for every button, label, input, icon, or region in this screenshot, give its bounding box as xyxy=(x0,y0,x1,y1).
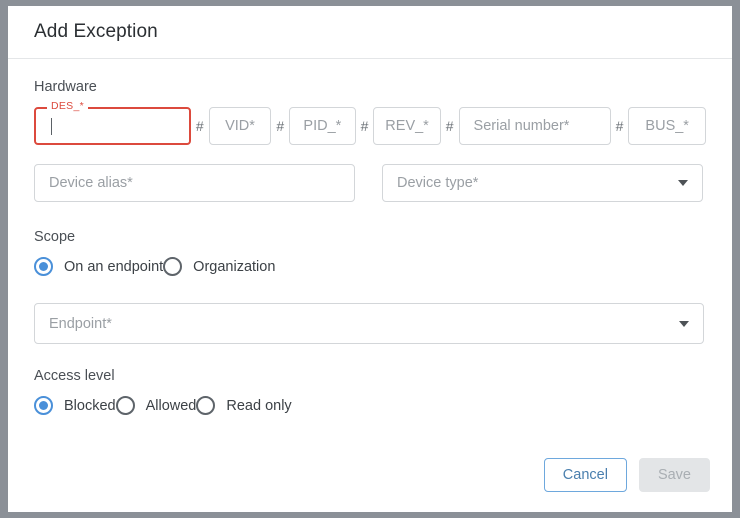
device-type-select[interactable]: Device type* xyxy=(382,164,703,202)
device-alias-placeholder: Device alias* xyxy=(49,175,133,191)
des-input-label: DES_* xyxy=(47,101,89,112)
access-level-option-label: Read only xyxy=(226,397,292,414)
scope-section: Scope On an endpoint Organization xyxy=(34,229,706,276)
endpoint-select[interactable]: Endpoint* xyxy=(34,303,704,344)
endpoint-section: Endpoint* xyxy=(34,303,706,344)
scope-section-label: Scope xyxy=(34,229,76,245)
access-level-option-read-only[interactable]: Read only xyxy=(196,396,292,415)
device-fields-row: Device alias* Device type* xyxy=(34,164,706,202)
add-exception-dialog: Add Exception Hardware DES_* # VID* # PI… xyxy=(8,6,732,512)
device-type-placeholder: Device type* xyxy=(397,175,479,191)
access-level-radio-group: Blocked Allowed Read only xyxy=(34,396,706,415)
access-level-option-label: Allowed xyxy=(145,397,197,414)
scope-option-on-an-endpoint[interactable]: On an endpoint xyxy=(34,257,163,276)
endpoint-placeholder: Endpoint* xyxy=(49,315,112,332)
scope-option-organization[interactable]: Organization xyxy=(163,257,275,276)
scope-option-label: On an endpoint xyxy=(64,258,164,275)
hash-separator-icon: # xyxy=(445,118,454,134)
des-input[interactable]: DES_* xyxy=(34,101,191,145)
dialog-body: Hardware DES_* # VID* # PID_* # REV_* # … xyxy=(8,59,732,415)
radio-icon-selected[interactable] xyxy=(34,396,53,415)
device-alias-input[interactable]: Device alias* xyxy=(34,164,355,202)
radio-icon-selected[interactable] xyxy=(34,257,53,276)
scope-option-label: Organization xyxy=(193,258,276,275)
hash-separator-icon: # xyxy=(360,118,369,134)
access-level-option-allowed[interactable]: Allowed xyxy=(115,396,197,415)
bus-input[interactable]: BUS_* xyxy=(628,107,706,145)
serial-number-input[interactable]: Serial number* xyxy=(458,107,611,145)
dialog-footer: Cancel Save xyxy=(543,458,710,492)
save-button: Save xyxy=(638,458,710,492)
radio-icon-unselected[interactable] xyxy=(163,257,183,276)
page-title: Add Exception xyxy=(34,21,158,42)
pid-input-placeholder: PID_* xyxy=(303,118,342,134)
access-level-section-label: Access level xyxy=(34,368,115,384)
cancel-button[interactable]: Cancel xyxy=(543,458,627,492)
rev-input-placeholder: REV_* xyxy=(385,118,429,134)
access-level-section: Access level Blocked Allowed Read only xyxy=(34,368,706,415)
hash-separator-icon: # xyxy=(276,118,285,134)
hash-separator-icon: # xyxy=(195,118,204,134)
serial-number-input-placeholder: Serial number* xyxy=(473,118,570,134)
bus-input-placeholder: BUS_* xyxy=(645,118,689,134)
vid-input[interactable]: VID* xyxy=(208,107,272,145)
dialog-header: Add Exception xyxy=(8,6,732,59)
pid-input[interactable]: PID_* xyxy=(289,107,356,145)
chevron-down-icon xyxy=(678,180,688,186)
text-cursor xyxy=(51,117,52,135)
access-level-option-blocked[interactable]: Blocked xyxy=(34,396,116,415)
scope-radio-group: On an endpoint Organization xyxy=(34,257,706,276)
hash-separator-icon: # xyxy=(615,118,624,134)
rev-input[interactable]: REV_* xyxy=(373,107,441,145)
radio-icon-unselected[interactable] xyxy=(115,396,135,415)
chevron-down-icon xyxy=(679,320,689,327)
hardware-fields-row: DES_* # VID* # PID_* # REV_* # Serial nu… xyxy=(34,101,706,145)
vid-input-placeholder: VID* xyxy=(225,118,255,134)
radio-icon-unselected[interactable] xyxy=(196,396,216,415)
access-level-option-label: Blocked xyxy=(64,397,116,414)
hardware-section-label: Hardware xyxy=(34,79,97,95)
